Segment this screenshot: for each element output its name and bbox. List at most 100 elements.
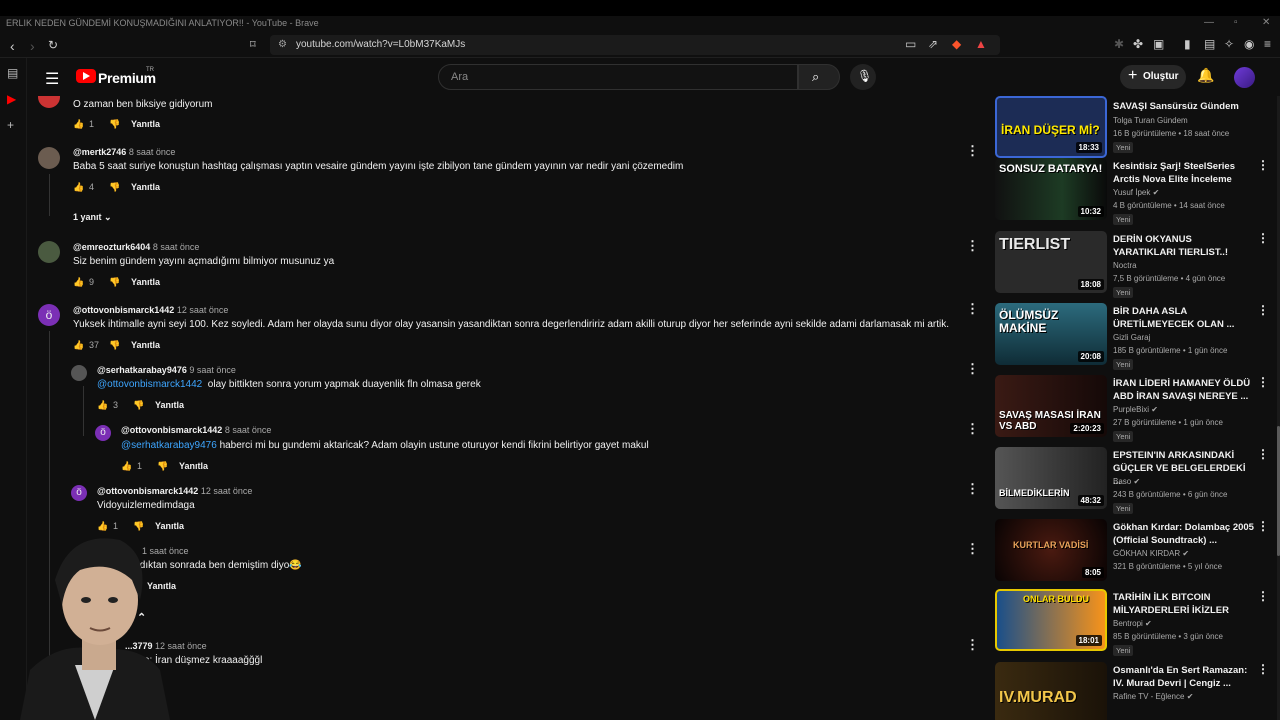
forward-icon[interactable]: › bbox=[30, 38, 35, 54]
brave-shield-icon[interactable]: ◆ bbox=[952, 37, 961, 51]
comment-author[interactable]: @emreozturk6404 8 saat önce bbox=[73, 242, 199, 252]
cast-icon[interactable]: ▭ bbox=[905, 37, 916, 51]
video-options-icon[interactable]: ⋮ bbox=[1257, 303, 1269, 317]
like-icon[interactable]: 👍 bbox=[121, 461, 137, 472]
site-info-icon[interactable]: ⚙ bbox=[278, 39, 287, 50]
video-title[interactable]: Osmanlı'da En Sert Ramazan: IV. Murad De… bbox=[1113, 664, 1255, 690]
video-title[interactable]: BİR DAHA ASLA ÜRETİLMEYECEK OLAN ... bbox=[1113, 305, 1255, 331]
dislike-icon[interactable]: 👎 bbox=[133, 400, 155, 411]
like-icon[interactable]: 👍 bbox=[73, 277, 89, 288]
sidebar-toggle-icon[interactable]: ▮ bbox=[1184, 37, 1191, 51]
comment-author[interactable]: @ottovonbismarck1442 8 saat önce bbox=[121, 425, 271, 435]
video-title[interactable]: TARİHİN İLK BITCOIN MİLYARDERLERİ İKİZLE… bbox=[1113, 591, 1255, 617]
brave-rewards-icon[interactable]: ▲ bbox=[975, 37, 987, 51]
video-thumbnail[interactable]: ÖLÜMSÜZ MAKİNE 20:08 bbox=[995, 303, 1107, 365]
video-title[interactable]: Kesintisiz Şarj! SteelSeries Arctis Nova… bbox=[1113, 160, 1255, 186]
youtube-tab-icon[interactable]: ▶ bbox=[7, 92, 16, 106]
comment-author[interactable]: @ottovonbismarck1442 12 saat önce bbox=[73, 305, 228, 315]
more-options-icon[interactable]: ⋮ bbox=[966, 238, 979, 254]
channel-name[interactable]: Noctra bbox=[1113, 261, 1137, 270]
more-options-icon[interactable]: ⋮ bbox=[966, 421, 979, 437]
related-video[interactable]: İRAN DÜŞER Mİ? 18:33 SAVAŞI Sansürsüz Gü… bbox=[995, 96, 1280, 164]
related-video[interactable]: TIERLIST 18:08 DERİN OKYANUS YARATIKLARI… bbox=[995, 231, 1280, 299]
more-options-icon[interactable]: ⋮ bbox=[966, 361, 979, 377]
vpn-icon[interactable]: ◉ bbox=[1244, 37, 1254, 51]
back-icon[interactable]: ‹ bbox=[10, 38, 15, 54]
related-video[interactable]: IV.MURAD Osmanlı'da En Sert Ramazan: IV.… bbox=[995, 662, 1280, 720]
video-title[interactable]: SAVAŞI Sansürsüz Gündem bbox=[1113, 100, 1255, 113]
related-video[interactable]: SONSUZ BATARYA! 10:32 Kesintisiz Şarj! S… bbox=[995, 158, 1280, 226]
video-thumbnail[interactable]: ONLAR BULDU 18:01 bbox=[995, 589, 1107, 651]
reply-button[interactable]: Yanıtla bbox=[131, 277, 160, 287]
voice-search-button[interactable]: 🎙 bbox=[850, 64, 876, 90]
wallet-icon[interactable]: ▤ bbox=[1204, 37, 1215, 51]
hamburger-menu-icon[interactable]: ☰ bbox=[45, 69, 59, 89]
more-options-icon[interactable]: ⋮ bbox=[966, 301, 979, 317]
channel-name[interactable]: PurpleBixi ✔ bbox=[1113, 405, 1158, 414]
more-options-icon[interactable]: ⋮ bbox=[966, 143, 979, 159]
related-video[interactable]: ÖLÜMSÜZ MAKİNE 20:08 BİR DAHA ASLA ÜRETİ… bbox=[995, 303, 1280, 371]
dislike-icon[interactable]: 👎 bbox=[109, 119, 131, 130]
create-button[interactable]: + Oluştur bbox=[1120, 65, 1186, 89]
notifications-icon[interactable]: 🔔 bbox=[1197, 67, 1214, 84]
reply-button[interactable]: Yanıtla bbox=[179, 461, 208, 471]
like-icon[interactable]: 👍 bbox=[73, 182, 89, 193]
like-icon[interactable]: 👍 bbox=[97, 400, 113, 411]
video-options-icon[interactable]: ⋮ bbox=[1257, 519, 1269, 533]
reload-icon[interactable]: ↻ bbox=[48, 38, 58, 52]
channel-name[interactable]: Tolga Turan Gündem bbox=[1113, 116, 1188, 125]
reply-button[interactable]: Yanıtla bbox=[131, 340, 160, 350]
ai-icon[interactable]: ✧ bbox=[1224, 37, 1234, 51]
maximize-icon[interactable]: ▫ bbox=[1234, 17, 1238, 28]
more-options-icon[interactable]: ⋮ bbox=[966, 541, 979, 557]
video-thumbnail[interactable]: BİLMEDİKLERİN 48:32 bbox=[995, 447, 1107, 509]
dislike-icon[interactable]: 👎 bbox=[109, 340, 131, 351]
search-button[interactable]: ⌕ bbox=[798, 64, 840, 90]
channel-name[interactable]: Yusuf İpek ✔ bbox=[1113, 188, 1159, 197]
video-thumbnail[interactable]: İRAN DÜŞER Mİ? 18:33 bbox=[995, 96, 1107, 158]
avatar[interactable] bbox=[38, 96, 60, 108]
video-options-icon[interactable]: ⋮ bbox=[1257, 589, 1269, 603]
share-icon[interactable]: ⇗ bbox=[928, 37, 938, 51]
comment-author[interactable]: @serhatkarabay9476 9 saat önce bbox=[97, 365, 236, 375]
video-title[interactable]: DERİN OKYANUS YARATIKLARI TIERLIST..! bbox=[1113, 233, 1255, 259]
channel-name[interactable]: Rafine TV - Eğlence ✔ bbox=[1113, 692, 1193, 701]
related-video[interactable]: SAVAŞ MASASI İRAN VS ABD 2:20:23 İRAN Lİ… bbox=[995, 375, 1280, 443]
related-video[interactable]: KURTLAR VADİSİ 8:05 Gökhan Kırdar: Dolam… bbox=[995, 519, 1280, 587]
video-title[interactable]: Gökhan Kırdar: Dolambaç 2005 (Official S… bbox=[1113, 521, 1255, 547]
avatar[interactable]: ö bbox=[95, 425, 111, 441]
channel-name[interactable]: Gizli Garaj bbox=[1113, 333, 1150, 342]
channel-name[interactable]: GÖKHAN KIRDAR ✔ bbox=[1113, 549, 1189, 558]
more-options-icon[interactable]: ⋮ bbox=[966, 637, 979, 653]
close-window-icon[interactable]: ✕ bbox=[1262, 17, 1270, 28]
like-icon[interactable]: 👍 bbox=[73, 119, 89, 130]
leo-icon[interactable]: ✱ bbox=[1114, 37, 1124, 51]
video-thumbnail[interactable]: SONSUZ BATARYA! 10:32 bbox=[995, 158, 1107, 220]
reply-button[interactable]: Yanıtla bbox=[131, 182, 160, 192]
url-field[interactable]: ⚙ youtube.com/watch?v=L0bM37KaMJs bbox=[270, 35, 1000, 55]
search-input[interactable]: Ara bbox=[438, 64, 798, 90]
sidebar-panel-icon[interactable]: ▤ bbox=[7, 66, 18, 80]
dislike-icon[interactable]: 👎 bbox=[157, 461, 179, 472]
add-tab-icon[interactable]: + bbox=[7, 118, 14, 132]
extensions-icon[interactable]: ✤ bbox=[1133, 37, 1143, 51]
tab-search-icon[interactable]: ▣ bbox=[1153, 37, 1164, 51]
more-options-icon[interactable]: ⋮ bbox=[966, 481, 979, 497]
video-options-icon[interactable]: ⋮ bbox=[1257, 158, 1269, 172]
channel-name[interactable]: Bentropi ✔ bbox=[1113, 619, 1152, 628]
avatar[interactable] bbox=[38, 147, 60, 169]
video-thumbnail[interactable]: KURTLAR VADİSİ 8:05 bbox=[995, 519, 1107, 581]
avatar[interactable] bbox=[71, 365, 87, 381]
menu-icon[interactable]: ≡ bbox=[1264, 37, 1271, 51]
related-video[interactable]: BİLMEDİKLERİN 48:32 EPSTEIN'IN ARKASINDA… bbox=[995, 447, 1280, 515]
video-options-icon[interactable]: ⋮ bbox=[1257, 662, 1269, 676]
dislike-icon[interactable]: 👎 bbox=[109, 182, 131, 193]
reply-button[interactable]: Yanıtla bbox=[131, 119, 160, 129]
account-avatar[interactable] bbox=[1234, 67, 1255, 88]
like-icon[interactable]: 👍 bbox=[73, 340, 89, 351]
video-thumbnail[interactable]: TIERLIST 18:08 bbox=[995, 231, 1107, 293]
video-thumbnail[interactable]: IV.MURAD bbox=[995, 662, 1107, 720]
video-options-icon[interactable]: ⋮ bbox=[1257, 447, 1269, 461]
avatar[interactable]: ö bbox=[38, 304, 60, 326]
youtube-logo-icon[interactable] bbox=[76, 69, 96, 83]
